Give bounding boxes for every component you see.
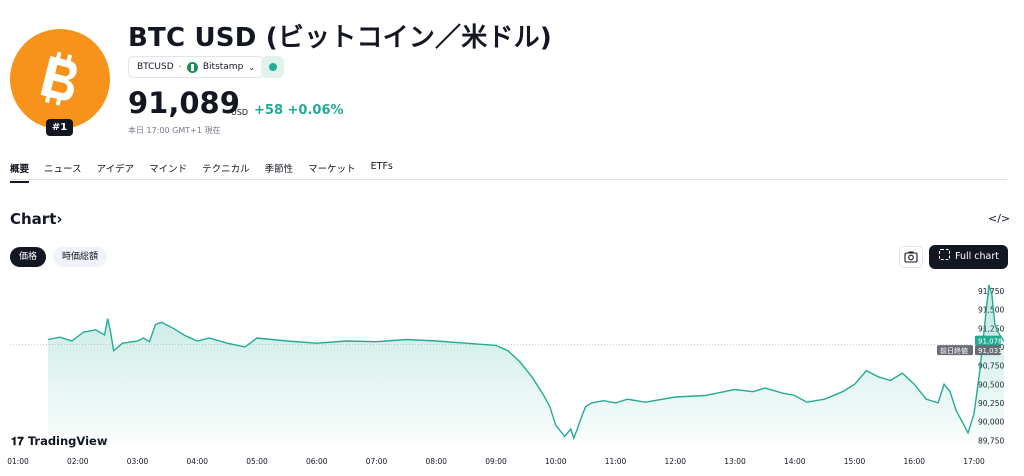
x-tick-label: 07:00: [366, 457, 388, 466]
chevron-down-icon: ⌄: [248, 62, 255, 72]
x-axis: 01:00 02:00 03:00 04:00 05:00 06:00 07:00 08:00…: [7, 457, 985, 466]
separator-dot: ·: [178, 61, 182, 73]
bitcoin-symbol-icon: [40, 51, 77, 106]
fullscreen-icon: [939, 249, 950, 260]
x-tick-label: 03:00: [127, 457, 149, 466]
code-icon[interactable]: </>: [988, 212, 1010, 225]
x-tick-label: 10:00: [545, 457, 567, 466]
price-chart[interactable]: 91,75091,50091,25091,00090,75090,50090,2…: [0, 276, 1024, 476]
x-tick-label: 15:00: [844, 457, 866, 466]
exchange-selector[interactable]: BTCUSD · Bitstamp ⌄: [128, 56, 264, 78]
change-pct: +0.06%: [287, 103, 344, 118]
bitcoin-logo: [10, 29, 110, 129]
price-toggle[interactable]: 価格: [10, 247, 47, 267]
rank-badge: #1: [46, 119, 73, 136]
x-tick-label: 09:00: [485, 457, 507, 466]
full-chart-label: Full chart: [955, 251, 999, 262]
last-price: 91,089: [128, 86, 240, 120]
x-tick-label: 12:00: [664, 457, 686, 466]
x-tick-label: 01:00: [7, 457, 29, 466]
market-cap-toggle[interactable]: 時価総額: [53, 247, 108, 267]
x-tick-label: 05:00: [246, 457, 268, 466]
status-dot-icon: [269, 63, 277, 71]
x-tick-label: 16:00: [903, 457, 925, 466]
full-chart-button[interactable]: Full chart: [929, 245, 1008, 269]
tv-wordmark: TradingView: [27, 434, 108, 448]
x-tick-label: 04:00: [186, 457, 208, 466]
price-labels: 91,078 前日終値 91,031: [937, 335, 1003, 356]
x-tick-label: 13:00: [724, 457, 746, 466]
chevron-right-icon: ›: [56, 210, 63, 228]
page-title: BTC USD (ビットコイン／米ドル): [128, 23, 552, 53]
x-tick-label: 08:00: [425, 457, 447, 466]
x-tick-label: 02:00: [67, 457, 89, 466]
bitstamp-icon: [186, 61, 198, 73]
x-tick-label: 17:00: [963, 457, 985, 466]
screenshot-button[interactable]: [899, 246, 923, 268]
camera-icon: [904, 251, 918, 263]
x-tick-label: 14:00: [784, 457, 806, 466]
x-tick-label: 06:00: [306, 457, 328, 466]
tabs-divider: [10, 179, 1007, 180]
market-status-badge[interactable]: [261, 56, 284, 78]
tv-icon: 𝟏𝟕: [11, 434, 24, 448]
chart-heading-label: Chart: [10, 210, 57, 228]
last-price-label: 91,078: [978, 338, 1003, 346]
tradingview-logo: 𝟏𝟕 TradingView: [11, 434, 107, 449]
price-area: [47, 285, 1004, 444]
previous-close-tag: 前日終値: [940, 346, 968, 355]
change-abs: +58: [254, 103, 283, 118]
x-tick-label: 11:00: [605, 457, 627, 466]
as-of-time: 本日 17:00 GMT+1 現在: [128, 126, 221, 135]
exchange-label: Bitstamp: [202, 62, 244, 72]
previous-close-label: 91,031: [978, 347, 1003, 355]
chart-heading[interactable]: Chart›: [10, 210, 63, 228]
symbol-label: BTCUSD: [137, 62, 174, 72]
price-currency: USD: [231, 108, 249, 117]
price-change: +58 +0.06%: [254, 103, 344, 118]
